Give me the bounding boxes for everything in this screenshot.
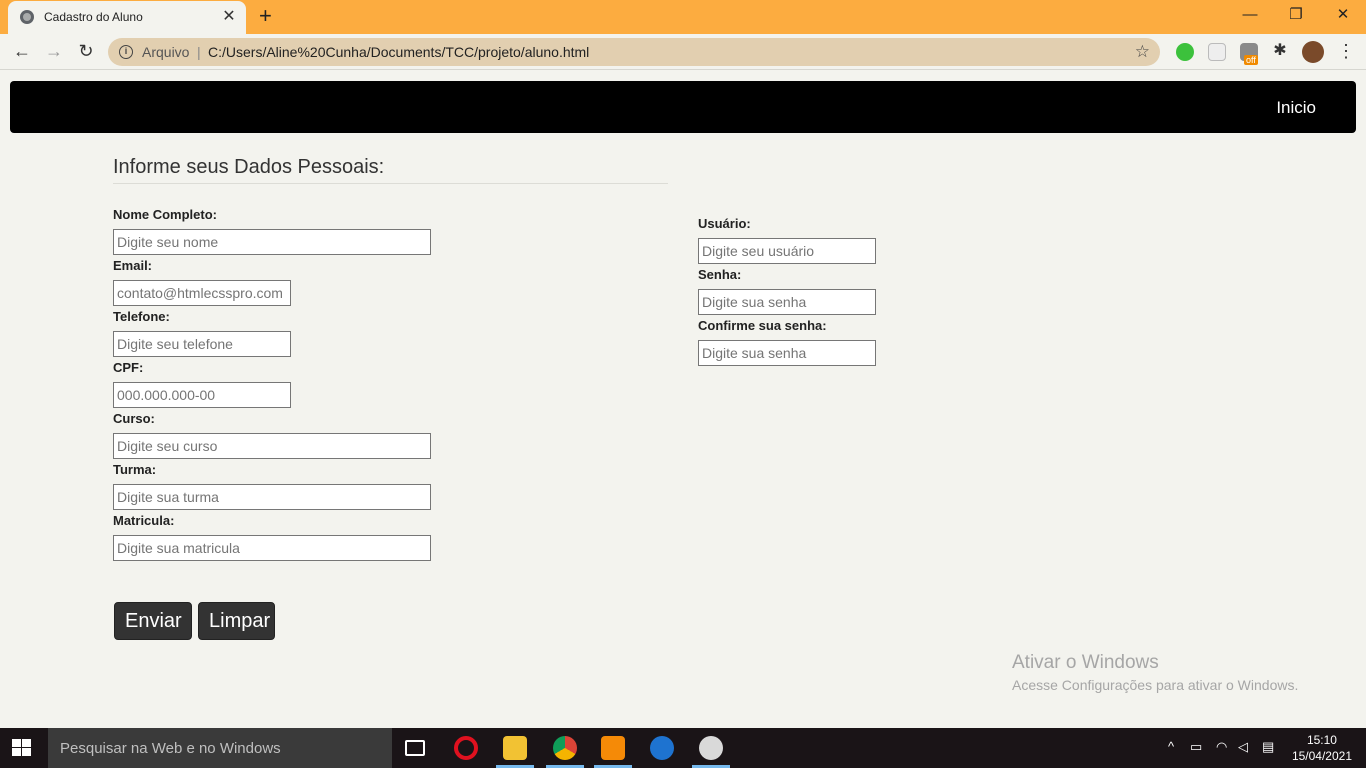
- reset-button[interactable]: Limpar: [198, 602, 275, 640]
- file-explorer-icon[interactable]: [503, 736, 527, 760]
- volume-icon[interactable]: ◁: [1238, 739, 1248, 755]
- omnibox-separator: |: [197, 44, 201, 60]
- task-view-icon[interactable]: [405, 740, 425, 756]
- forward-icon[interactable]: →: [42, 39, 66, 63]
- browser-tab[interactable]: Cadastro do Aluno ✕: [8, 1, 246, 34]
- input-telefone[interactable]: [113, 331, 291, 357]
- clock-date: 15/04/2021: [1291, 749, 1352, 763]
- extension-off-badge: off: [1244, 55, 1258, 65]
- edge-icon[interactable]: [650, 736, 674, 760]
- activation-watermark-title: Ativar o Windows: [1012, 652, 1159, 673]
- label-confirme-senha: Confirme sua senha:: [698, 318, 827, 333]
- chrome-icon[interactable]: [553, 736, 577, 760]
- wifi-icon[interactable]: ◠: [1216, 739, 1227, 755]
- bookmark-star-icon[interactable]: ☆: [1135, 42, 1150, 62]
- restore-icon[interactable]: ❐: [1273, 4, 1319, 26]
- back-icon[interactable]: ←: [10, 39, 34, 63]
- label-nome: Nome Completo:: [113, 207, 217, 222]
- address-bar[interactable]: i Arquivo | C:/Users/Aline%20Cunha/Docum…: [108, 38, 1160, 66]
- label-usuario: Usuário:: [698, 216, 751, 231]
- label-telefone: Telefone:: [113, 309, 170, 324]
- input-usuario[interactable]: [698, 238, 876, 264]
- notifications-icon[interactable]: ▤: [1262, 739, 1274, 755]
- battery-icon[interactable]: ▭: [1190, 739, 1202, 755]
- globe-icon: [20, 10, 34, 24]
- info-icon[interactable]: i: [119, 45, 133, 59]
- profile-avatar[interactable]: [1302, 41, 1324, 63]
- input-cpf[interactable]: [113, 382, 291, 408]
- paint-icon[interactable]: [699, 736, 723, 760]
- extension-green-icon[interactable]: [1176, 43, 1194, 61]
- title-divider: [113, 183, 668, 184]
- site-navbar: Inicio: [10, 81, 1356, 133]
- taskbar-search-placeholder: Pesquisar na Web e no Windows: [60, 740, 281, 757]
- activation-watermark-text: Acesse Configurações para ativar o Windo…: [1012, 677, 1299, 693]
- browser-toolbar: ← → ↻ i Arquivo | C:/Users/Aline%20Cunha…: [0, 34, 1366, 70]
- window-close-icon[interactable]: ✕: [1320, 4, 1366, 26]
- reload-icon[interactable]: ↻: [74, 39, 98, 63]
- label-matricula: Matricula:: [113, 513, 175, 528]
- label-email: Email:: [113, 258, 153, 273]
- submit-button[interactable]: Enviar: [114, 602, 192, 640]
- scheme-label: Arquivo: [142, 44, 190, 60]
- label-turma: Turma:: [113, 462, 157, 477]
- menu-kebab-icon[interactable]: ⋮: [1334, 39, 1358, 63]
- browser-tab-strip: Cadastro do Aluno ✕ + — ❐ ✕: [0, 0, 1366, 34]
- input-confirme-senha[interactable]: [698, 340, 876, 366]
- url-text[interactable]: C:/Users/Aline%20Cunha/Documents/TCC/pro…: [208, 44, 589, 60]
- label-senha: Senha:: [698, 267, 742, 282]
- tab-title: Cadastro do Aluno: [44, 10, 143, 24]
- input-matricula[interactable]: [113, 535, 431, 561]
- input-curso[interactable]: [113, 433, 431, 459]
- taskbar-search-box[interactable]: Pesquisar na Web e no Windows: [48, 728, 392, 768]
- extension-off-icon[interactable]: off: [1240, 43, 1258, 65]
- nav-link-inicio[interactable]: Inicio: [1276, 98, 1316, 118]
- form-title: Informe seus Dados Pessoais:: [113, 156, 385, 178]
- label-cpf: CPF:: [113, 360, 144, 375]
- input-nome[interactable]: [113, 229, 431, 255]
- minimize-icon[interactable]: —: [1227, 4, 1273, 26]
- opera-icon[interactable]: [454, 736, 478, 760]
- extension-grey-icon[interactable]: [1208, 43, 1226, 61]
- windows-taskbar: Pesquisar na Web e no Windows ^ ▭ ◠ ◁ ▤ …: [0, 728, 1366, 768]
- input-senha[interactable]: [698, 289, 876, 315]
- taskbar-clock[interactable]: 15:10 15/04/2021: [1292, 732, 1352, 764]
- clock-time: 15:10: [1306, 733, 1337, 747]
- sublime-text-icon[interactable]: [601, 736, 625, 760]
- label-curso: Curso:: [113, 411, 155, 426]
- input-turma[interactable]: [113, 484, 431, 510]
- windows-start-icon[interactable]: [12, 739, 32, 757]
- extensions-puzzle-icon[interactable]: ✱: [1268, 39, 1292, 63]
- new-tab-icon[interactable]: +: [259, 4, 272, 28]
- input-email[interactable]: [113, 280, 291, 306]
- close-tab-icon[interactable]: ✕: [220, 7, 238, 27]
- tray-chevron-icon[interactable]: ^: [1168, 739, 1174, 754]
